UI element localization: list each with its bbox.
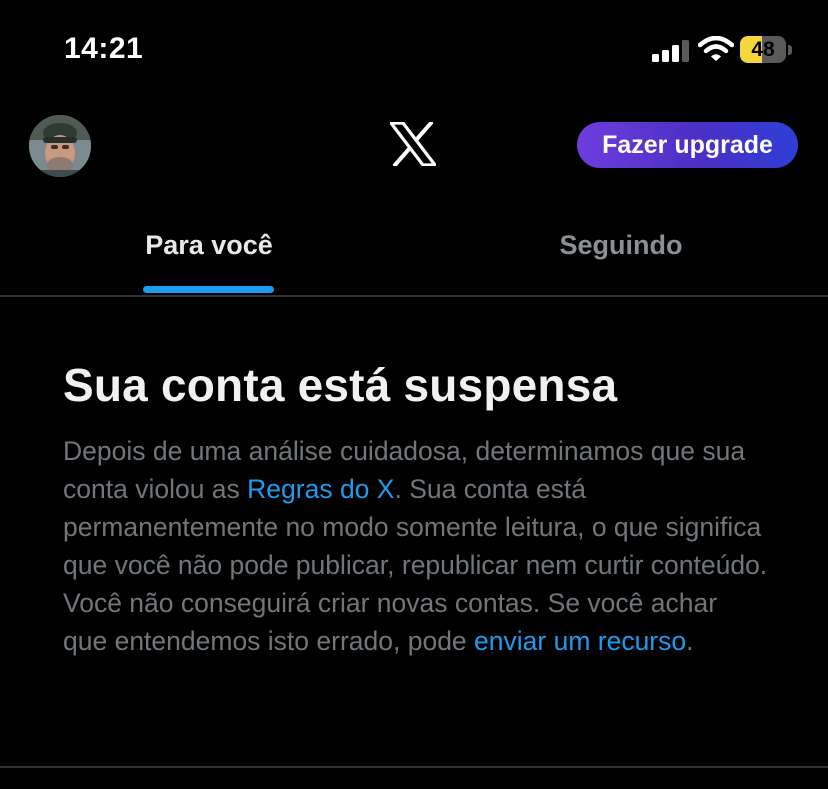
x-logo-icon[interactable] — [390, 122, 436, 166]
battery-level: 48 — [751, 38, 775, 61]
status-time: 14:21 — [64, 32, 144, 65]
appeal-link[interactable]: enviar um recurso — [474, 626, 686, 656]
active-tab-indicator — [143, 286, 274, 293]
wifi-icon — [698, 36, 734, 61]
upgrade-button[interactable]: Fazer upgrade — [577, 122, 798, 168]
status-bar: 14:21 48 — [0, 0, 828, 100]
notice-body: Depois de uma análise cuidadosa, determi… — [63, 432, 768, 660]
divider — [0, 766, 828, 768]
tab-for-you-label: Para você — [145, 230, 273, 260]
suspension-notice: Sua conta está suspensa Depois de uma an… — [63, 356, 783, 660]
timeline-tabs: Para você Seguindo — [0, 200, 828, 297]
notice-text: . — [686, 626, 694, 656]
notice-title: Sua conta está suspensa — [63, 359, 618, 411]
tab-following-label: Seguindo — [559, 230, 683, 260]
avatar[interactable] — [29, 115, 91, 177]
battery-icon: 48 — [740, 36, 792, 63]
signal-icon — [652, 40, 689, 62]
rules-link[interactable]: Regras do X — [247, 474, 394, 504]
tab-following[interactable]: Seguindo — [414, 200, 828, 296]
tabs-divider — [0, 295, 828, 297]
tab-for-you[interactable]: Para você — [0, 200, 414, 296]
